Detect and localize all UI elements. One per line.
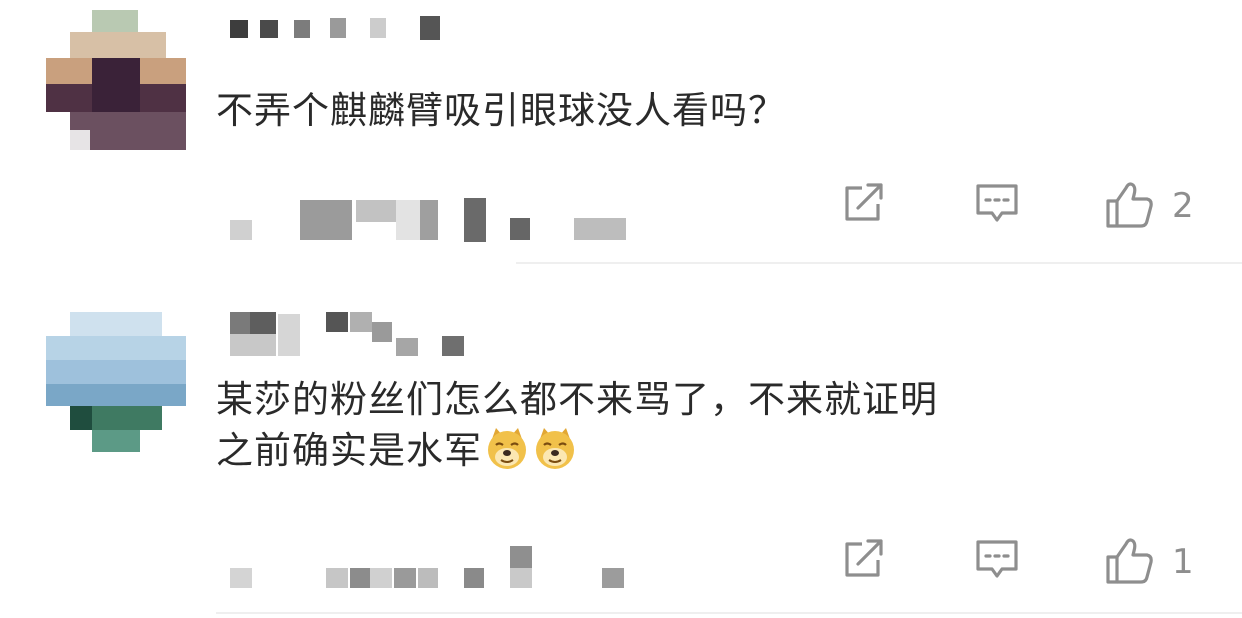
comment-text-line: 不弄个麒麟臂吸引眼球没人看吗？ xyxy=(216,89,786,132)
like-count: 1 xyxy=(1172,542,1194,582)
divider xyxy=(216,612,1242,614)
comment-icon xyxy=(976,540,1018,578)
comment-text-fragment: 之前确实是水军 xyxy=(216,429,482,472)
comment-item: 不弄个麒麟臂吸引眼球没人看吗？ 2 xyxy=(0,0,1242,264)
doge-emoji xyxy=(536,428,574,469)
doge-emoji xyxy=(488,428,526,469)
like-button[interactable]: 1 xyxy=(1100,532,1210,592)
divider xyxy=(516,262,1242,264)
thumbs-up-icon xyxy=(1106,538,1153,584)
comment-text-line: 某莎的粉丝们怎么都不来骂了，不来就证明 xyxy=(216,378,938,421)
comment-text: 某莎的粉丝们怎么都不来骂了，不来就证明 之前确实是水军 xyxy=(216,375,938,476)
thumbs-up-icon xyxy=(1106,182,1153,228)
avatar[interactable] xyxy=(46,10,186,150)
share-icon xyxy=(845,183,883,221)
username-censored[interactable] xyxy=(230,312,480,356)
comment-actions: 1 xyxy=(838,532,1218,592)
like-button[interactable]: 2 xyxy=(1100,176,1210,236)
share-button[interactable] xyxy=(838,532,898,592)
timestamp-source-censored xyxy=(230,542,630,588)
reply-button[interactable] xyxy=(970,176,1030,236)
comment-actions: 2 xyxy=(838,176,1218,236)
comment-text-line: 之前确实是水军 xyxy=(216,425,938,476)
comment-text: 不弄个麒麟臂吸引眼球没人看吗？ xyxy=(216,86,786,136)
share-button[interactable] xyxy=(838,176,898,236)
timestamp-source-censored xyxy=(230,198,630,242)
like-count: 2 xyxy=(1172,186,1194,226)
reply-button[interactable] xyxy=(970,532,1030,592)
username-censored[interactable] xyxy=(230,12,450,48)
avatar[interactable] xyxy=(46,312,186,452)
comment-icon xyxy=(976,184,1018,222)
share-icon xyxy=(845,539,883,577)
